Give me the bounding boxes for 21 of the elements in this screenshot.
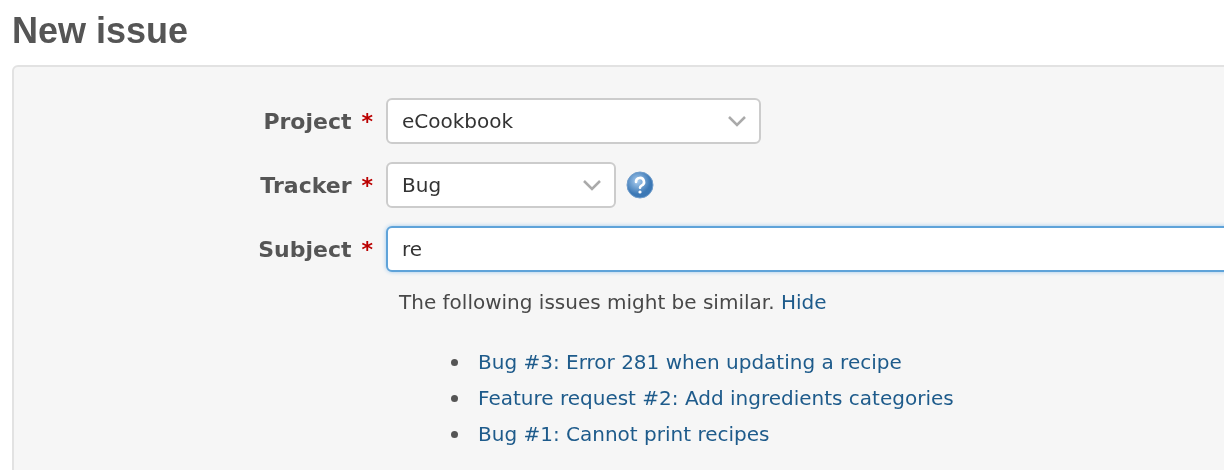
required-mark: *	[361, 172, 373, 198]
field-label: Subject	[258, 236, 352, 262]
issue-link[interactable]: Bug #3: Error 281 when updating a recipe	[478, 350, 902, 374]
bullet-dot	[451, 430, 458, 438]
hide-link[interactable]: Hide	[780, 290, 827, 314]
chevron-down-icon	[727, 115, 747, 127]
dropdown[interactable]: Bug	[386, 162, 616, 208]
issue-link[interactable]: Feature request #2: Add ingredients categories	[478, 386, 954, 410]
page-title: New issue	[11, 9, 190, 53]
subject-field[interactable]: re	[386, 226, 1224, 272]
field-label: Tracker	[260, 172, 352, 198]
help-icon[interactable]	[626, 171, 654, 199]
required-mark: *	[361, 236, 373, 262]
dropdown[interactable]: eCookbook	[386, 98, 761, 144]
similar-issues-message: The following issues might be similar. Hide	[399, 290, 828, 314]
required-mark: *	[361, 108, 373, 134]
bullet-dot	[451, 394, 458, 402]
issue-link[interactable]: Bug #1: Cannot print recipes	[478, 422, 770, 446]
field-label: Project	[263, 108, 352, 134]
bullet-dot	[451, 358, 458, 366]
chevron-down-icon	[582, 179, 602, 191]
